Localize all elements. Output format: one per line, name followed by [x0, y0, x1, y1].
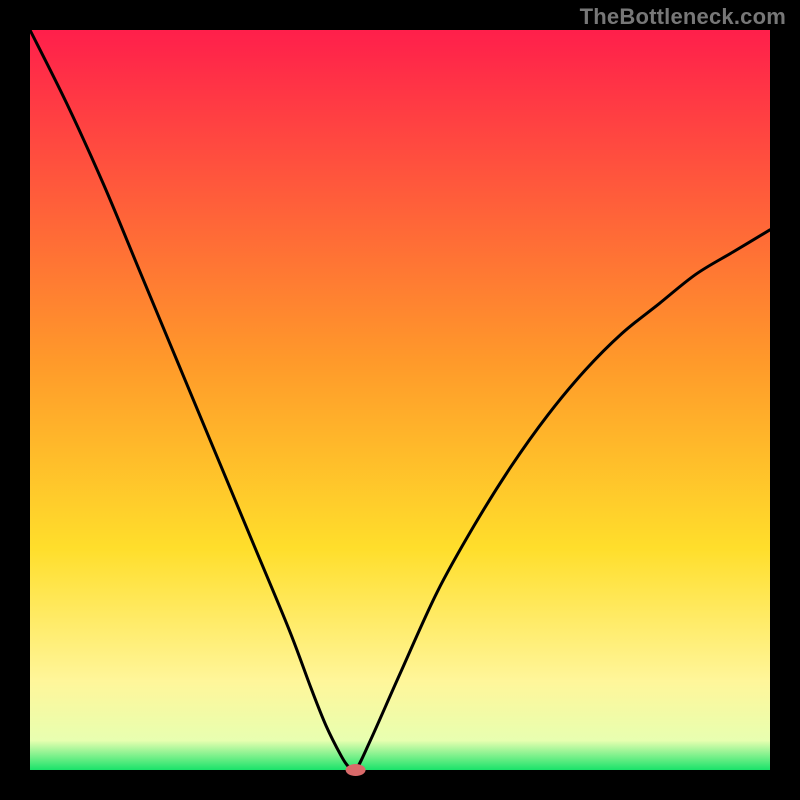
minimum-marker — [346, 764, 366, 776]
bottleneck-chart — [0, 0, 800, 800]
chart-frame: TheBottleneck.com — [0, 0, 800, 800]
watermark-label: TheBottleneck.com — [580, 4, 786, 30]
plot-area — [30, 30, 770, 770]
